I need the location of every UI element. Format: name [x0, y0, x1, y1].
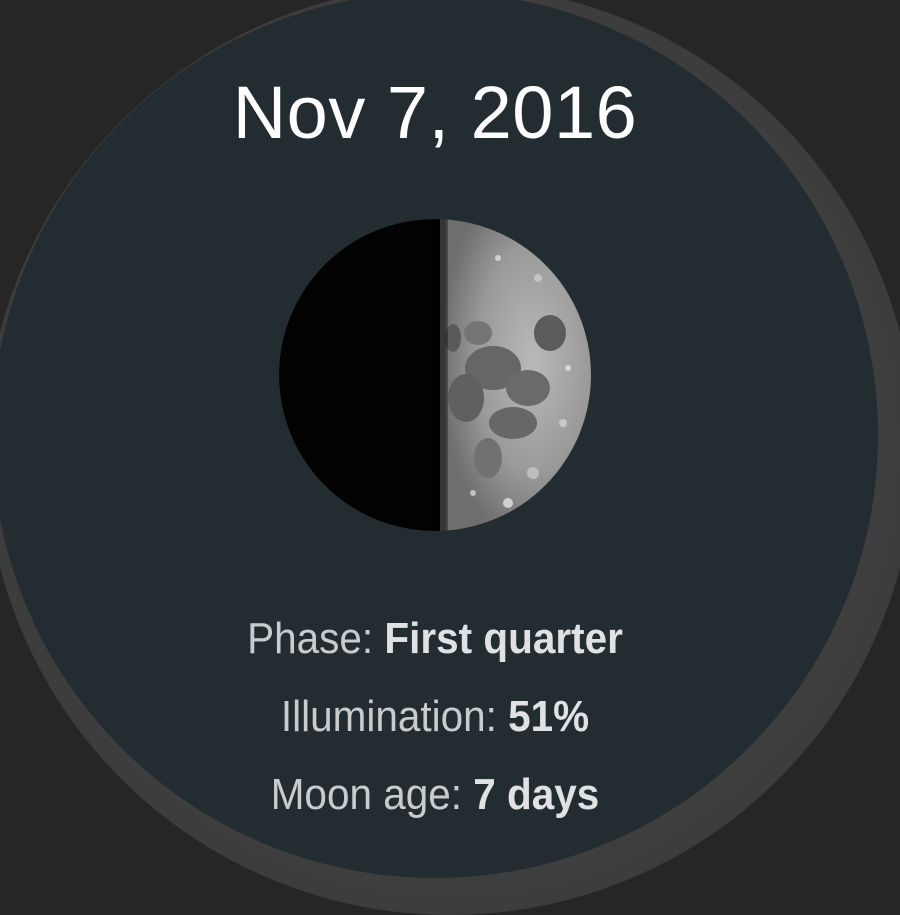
illumination-label: Illumination: [280, 692, 509, 741]
moon-phase-image [278, 218, 592, 532]
phase-row: Phase: First quarter [27, 614, 842, 664]
watch-bezel: Nov 7, 2016 Phase: First quarter Illumin… [0, 0, 900, 915]
phase-label: Phase: [247, 614, 385, 663]
illumination-value: 51% [508, 692, 590, 741]
phase-value: First quarter [384, 614, 623, 663]
illumination-row: Illumination: 51% [27, 692, 842, 742]
moon-age-value: 7 days [473, 770, 600, 819]
moon-age-label: Moon age: [270, 770, 474, 819]
watch-face[interactable]: Nov 7, 2016 Phase: First quarter Illumin… [0, 0, 878, 878]
moon-icon [279, 219, 591, 531]
date-display: Nov 7, 2016 [232, 71, 638, 154]
moon-age-row: Moon age: 7 days [27, 770, 842, 820]
